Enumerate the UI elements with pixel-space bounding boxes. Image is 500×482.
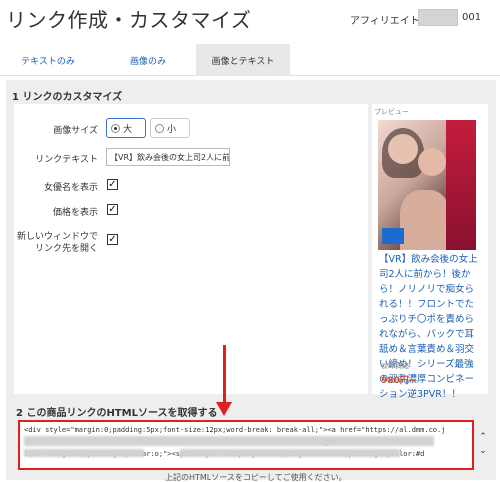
scroll-down-icon[interactable]: ⌄ — [478, 444, 488, 458]
blurred-code — [24, 449, 144, 457]
new-window-checkbox[interactable]: ✓ — [107, 234, 118, 245]
preview-label: プレビュー — [374, 108, 409, 116]
annotation-arrow-head-icon — [216, 402, 232, 416]
link-text-input[interactable]: 【VR】飲み会後の女上司2人に前から — [106, 148, 230, 166]
scroll-up-icon[interactable]: ⌃ — [478, 430, 488, 444]
image-size-label: 画像サイズ — [53, 126, 98, 136]
tab-text-only[interactable]: テキストのみ — [0, 44, 96, 76]
section1-heading: 1 リンクのカスタマイズ — [12, 92, 123, 103]
preview-price: 980円~ — [381, 376, 417, 386]
size-option-small[interactable]: 小 — [150, 118, 190, 138]
radio-selected-icon — [111, 123, 120, 133]
size-small-label: 小 — [167, 124, 177, 135]
tab-bar: テキストのみ 画像のみ 画像とテキスト — [0, 44, 500, 76]
size-large-label: 大 — [123, 124, 133, 135]
radio-unselected-icon — [155, 123, 164, 133]
image-size-options: 大 小 — [106, 118, 190, 138]
show-price-label: 価格を表示 — [52, 208, 98, 218]
blurred-code — [24, 436, 434, 446]
show-actress-checkbox[interactable]: ✓ — [107, 179, 118, 190]
affiliate-id-select[interactable] — [418, 9, 458, 26]
section2-heading: 2 この商品リンクのHTMLソースを取得する — [16, 408, 218, 419]
textarea-scroll[interactable]: ⌃ ⌄ — [478, 430, 488, 470]
blurred-code — [180, 449, 400, 457]
tab-image-and-text[interactable]: 画像とテキスト — [196, 44, 290, 76]
preview-cover-image[interactable] — [378, 120, 476, 250]
annotation-arrow-shaft — [223, 345, 226, 405]
show-actress-label: 女優名を表示 — [43, 183, 98, 193]
size-option-large[interactable]: 大 — [106, 118, 146, 138]
new-window-label-line2: リンク先を開く — [34, 244, 98, 254]
code-line-1: <div style="margin:0;padding:5px;font-si… — [24, 426, 446, 434]
tab-image-only[interactable]: 画像のみ — [100, 44, 196, 76]
preview-maker: 淡峰真緒 — [381, 362, 409, 370]
copy-instruction: 上記のHTMLソースをコピーしてご使用ください。 — [165, 473, 347, 482]
affiliate-id-suffix: 001 — [462, 12, 482, 23]
link-text-label: リンクテキスト — [35, 155, 98, 165]
show-price-checkbox[interactable]: ✓ — [107, 204, 118, 215]
page-title: リンク作成・カスタマイズ — [6, 8, 252, 32]
